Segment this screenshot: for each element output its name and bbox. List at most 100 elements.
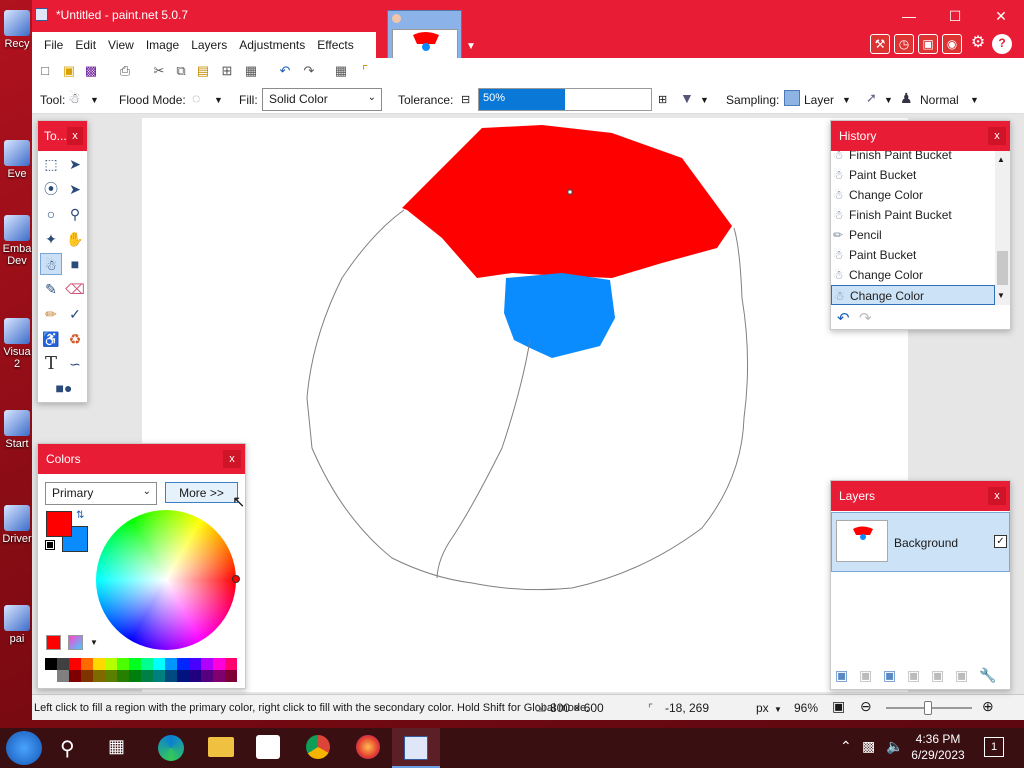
layer-row-background[interactable]: Background ✓	[831, 512, 1010, 572]
tool-dropdown-icon[interactable]: ▼	[90, 95, 99, 105]
palette-swatch[interactable]	[141, 670, 153, 682]
paint-bucket-icon[interactable]: ☃	[68, 90, 81, 107]
gradient-tool-icon[interactable]: ■	[64, 253, 86, 275]
palette-swatch[interactable]	[93, 658, 105, 670]
blend-dropdown-icon[interactable]: ▼	[970, 95, 979, 105]
menu-adjustments[interactable]: Adjustments	[233, 32, 311, 52]
zoom-to-window-icon[interactable]: ▣	[832, 698, 845, 715]
color-wheel[interactable]	[96, 510, 236, 650]
tray-chevron-icon[interactable]: ⌃	[840, 738, 852, 755]
history-scroll-thumb[interactable]	[997, 251, 1008, 285]
image-list-dropdown-icon[interactable]: ▼	[466, 41, 476, 52]
palette-swatch[interactable]	[225, 658, 237, 670]
palette-swatch[interactable]	[69, 670, 81, 682]
ellipse-select-icon[interactable]: ○	[40, 203, 62, 225]
tolerance-decrease-icon[interactable]: ⊟	[461, 93, 470, 106]
deselect-icon[interactable]: ▦	[242, 62, 260, 80]
palette-swatch[interactable]	[165, 670, 177, 682]
zoom-out-icon[interactable]: ⊖	[860, 698, 872, 715]
menu-file[interactable]: File	[32, 32, 69, 52]
rectangle-select-icon[interactable]: ⬚	[40, 153, 62, 175]
blend-mode-icon[interactable]: ♟	[900, 90, 913, 107]
duplicate-layer-icon[interactable]: ▣	[883, 667, 896, 684]
merge-layer-icon[interactable]: ▣	[907, 667, 920, 684]
palette-swatch[interactable]	[189, 670, 201, 682]
desktop-icon[interactable]: Start	[2, 410, 32, 450]
paintbrush-icon[interactable]: ✎	[40, 278, 62, 300]
palette-menu-icon[interactable]	[68, 635, 83, 650]
shapes-tool-icon[interactable]: ■●	[44, 377, 84, 399]
palette-swatch[interactable]	[93, 670, 105, 682]
history-item[interactable]: ☃ Paint Bucket	[831, 165, 995, 185]
desktop-icon[interactable]: Emba Dev	[2, 215, 32, 267]
paint-bucket-tool-icon[interactable]: ☃	[40, 253, 62, 275]
scroll-down-icon[interactable]: ▼	[997, 291, 1005, 300]
palette-swatch[interactable]	[177, 670, 189, 682]
palette-swatch[interactable]	[81, 658, 93, 670]
tolerance-increase-icon[interactable]: ⊞	[658, 93, 667, 106]
new-file-icon[interactable]: □	[36, 62, 54, 80]
firefox-icon[interactable]	[356, 735, 380, 759]
blend-mode-value[interactable]: Normal	[920, 93, 959, 107]
history-item[interactable]: ☃ Change Color	[831, 185, 995, 205]
sampling-dropdown-icon[interactable]: ▼	[842, 95, 851, 105]
antialiasing-dropdown-icon[interactable]: ▼	[700, 95, 709, 105]
more-colors-button[interactable]: More >>	[165, 482, 238, 503]
menu-effects[interactable]: Effects	[311, 32, 359, 52]
palette-swatch[interactable]	[57, 658, 69, 670]
copy-icon[interactable]: ⧉	[172, 62, 190, 80]
paintnet-taskbar-button[interactable]	[392, 728, 440, 768]
palette-swatch[interactable]	[117, 670, 129, 682]
menu-layers[interactable]: Layers	[185, 32, 233, 52]
store-icon[interactable]	[256, 735, 280, 759]
palette-swatch[interactable]	[213, 658, 225, 670]
palette-swatch[interactable]	[129, 670, 141, 682]
settings-gear-icon[interactable]: ⚙	[968, 34, 988, 54]
palette-swatch[interactable]	[129, 658, 141, 670]
palette-swatch[interactable]	[201, 658, 213, 670]
history-toggle-icon[interactable]: ◷	[894, 34, 914, 54]
palette-swatch[interactable]	[201, 670, 213, 682]
palette-swatch[interactable]	[45, 658, 57, 670]
swap-colors-icon[interactable]: ⇅	[76, 510, 84, 521]
close-tab-icon[interactable]	[392, 14, 401, 23]
history-list[interactable]: ☃ Finish Paint Bucket ☃ Paint Bucket ☃ Change…	[831, 151, 995, 305]
crop-icon[interactable]: ⊞	[218, 62, 236, 80]
reset-colors-icon[interactable]	[45, 540, 55, 550]
primary-color-swatch[interactable]	[46, 511, 72, 537]
history-item[interactable]: ✏ Pencil	[831, 225, 995, 245]
palette-swatch[interactable]	[117, 658, 129, 670]
clock[interactable]: 4:36 PM 6/29/2023	[906, 732, 970, 762]
units-select[interactable]: px	[756, 701, 769, 715]
history-redo-icon[interactable]: ↷	[859, 309, 872, 327]
save-icon[interactable]: ▩	[82, 62, 100, 80]
magic-wand-icon[interactable]: ✦	[40, 228, 62, 250]
grid-icon[interactable]: ▦	[332, 62, 350, 80]
layer-visibility-checkbox[interactable]: ✓	[994, 535, 1007, 548]
desktop-icon[interactable]: Driver	[2, 505, 32, 545]
palette-swatch[interactable]	[225, 670, 237, 682]
minimize-button[interactable]: —	[886, 0, 932, 32]
menu-view[interactable]: View	[102, 32, 140, 52]
palette-swatch[interactable]	[213, 670, 225, 682]
text-tool-icon[interactable]: T	[40, 353, 62, 375]
palette-swatch[interactable]	[105, 658, 117, 670]
tools-panel-close-button[interactable]: x	[67, 127, 83, 145]
sampling-layer-icon[interactable]	[784, 90, 800, 106]
chrome-icon[interactable]	[306, 735, 330, 759]
tolerance-slider[interactable]: 50%	[478, 88, 652, 111]
alpha-blending-icon[interactable]: ➚	[866, 90, 877, 106]
layer-properties-icon[interactable]: 🔧	[979, 667, 996, 684]
lasso-select-icon[interactable]: ⦿	[40, 178, 62, 200]
desktop-icon[interactable]: Eve	[2, 140, 32, 180]
network-icon[interactable]: ▩	[862, 738, 875, 755]
volume-icon[interactable]: 🔈	[886, 738, 903, 755]
palette-swatch[interactable]	[141, 658, 153, 670]
line-curve-icon[interactable]: ∽	[64, 353, 86, 375]
start-button-icon[interactable]	[6, 731, 42, 765]
flood-mode-dropdown-icon[interactable]: ▼	[214, 95, 223, 105]
paste-icon[interactable]: ▤	[194, 62, 212, 80]
desktop-icon[interactable]: pai	[2, 605, 32, 645]
redo-icon[interactable]: ↷	[300, 62, 318, 80]
image-canvas[interactable]	[142, 118, 908, 692]
